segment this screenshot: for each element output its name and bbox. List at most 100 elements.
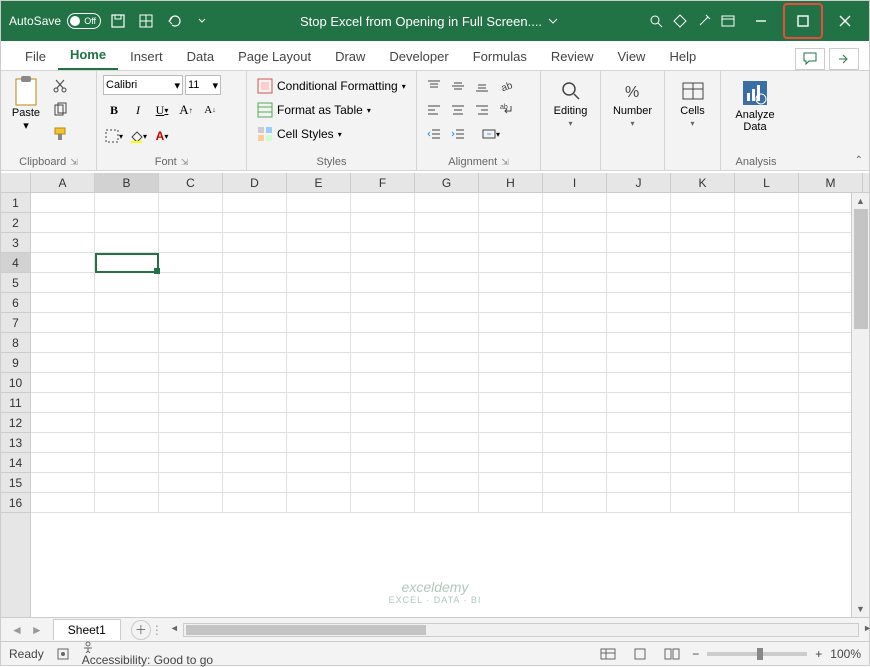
cell[interactable] (95, 393, 159, 413)
cell[interactable] (31, 353, 95, 373)
cell[interactable] (95, 473, 159, 493)
cell[interactable] (671, 473, 735, 493)
font-launcher[interactable]: ⇲ (181, 157, 189, 168)
share-button[interactable] (829, 48, 859, 70)
cell[interactable] (223, 393, 287, 413)
cell[interactable] (607, 433, 671, 453)
tab-data[interactable]: Data (175, 43, 226, 70)
cell[interactable] (479, 213, 543, 233)
cell[interactable] (415, 313, 479, 333)
cell[interactable] (159, 493, 223, 513)
cell[interactable] (415, 373, 479, 393)
cell[interactable] (543, 253, 607, 273)
row-header[interactable]: 14 (1, 453, 30, 473)
cell[interactable] (31, 313, 95, 333)
cell[interactable] (415, 273, 479, 293)
cell[interactable] (287, 473, 351, 493)
cell[interactable] (287, 273, 351, 293)
cell[interactable] (671, 233, 735, 253)
underline-button[interactable]: U▾ (151, 99, 173, 121)
cell[interactable] (287, 393, 351, 413)
cell[interactable] (287, 353, 351, 373)
cell[interactable] (735, 293, 799, 313)
cell[interactable] (735, 393, 799, 413)
scroll-up-arrow[interactable]: ▲ (852, 193, 869, 209)
cell[interactable] (287, 313, 351, 333)
cell[interactable] (351, 273, 415, 293)
tab-file[interactable]: File (13, 43, 58, 70)
col-header[interactable]: I (543, 173, 607, 192)
cell[interactable] (95, 373, 159, 393)
cell[interactable] (159, 453, 223, 473)
cell[interactable] (159, 273, 223, 293)
cell[interactable] (607, 313, 671, 333)
cell[interactable] (415, 333, 479, 353)
cell[interactable] (351, 333, 415, 353)
undo-icon[interactable] (163, 10, 185, 32)
cell[interactable] (735, 313, 799, 333)
cell[interactable] (351, 353, 415, 373)
col-header[interactable]: B (95, 173, 159, 192)
cell[interactable] (223, 213, 287, 233)
cell[interactable] (95, 313, 159, 333)
scroll-thumb[interactable] (854, 209, 868, 329)
cell[interactable] (95, 233, 159, 253)
col-header[interactable]: K (671, 173, 735, 192)
cell[interactable] (671, 293, 735, 313)
cell[interactable] (95, 193, 159, 213)
zoom-level[interactable]: 100% (830, 647, 861, 661)
cell[interactable] (735, 333, 799, 353)
cell[interactable] (479, 333, 543, 353)
page-break-view-button[interactable] (660, 645, 684, 663)
minimize-button[interactable] (741, 3, 781, 39)
cell[interactable] (735, 353, 799, 373)
cell[interactable] (479, 273, 543, 293)
align-center-button[interactable] (447, 99, 469, 121)
cell[interactable] (479, 253, 543, 273)
cell[interactable] (159, 313, 223, 333)
horizontal-scrollbar[interactable]: ◄ ► (183, 623, 859, 637)
cell[interactable] (31, 453, 95, 473)
cell[interactable] (223, 313, 287, 333)
cell[interactable] (415, 433, 479, 453)
cell[interactable] (31, 273, 95, 293)
cell[interactable] (671, 393, 735, 413)
cell[interactable] (543, 273, 607, 293)
cell[interactable] (223, 473, 287, 493)
cell[interactable] (159, 393, 223, 413)
cell[interactable] (735, 213, 799, 233)
cell[interactable] (479, 413, 543, 433)
cell[interactable] (543, 233, 607, 253)
close-button[interactable] (825, 3, 865, 39)
cell[interactable] (415, 233, 479, 253)
cell[interactable] (735, 253, 799, 273)
cell[interactable] (223, 433, 287, 453)
cell[interactable] (351, 433, 415, 453)
cell[interactable] (95, 353, 159, 373)
cell[interactable] (223, 453, 287, 473)
align-top-button[interactable] (423, 75, 445, 97)
row-header[interactable]: 1 (1, 193, 30, 213)
cell[interactable] (735, 413, 799, 433)
tab-insert[interactable]: Insert (118, 43, 175, 70)
col-header[interactable]: L (735, 173, 799, 192)
toggle-switch[interactable]: Off (67, 13, 101, 29)
cell[interactable] (287, 213, 351, 233)
row-header[interactable]: 3 (1, 233, 30, 253)
autosave-toggle[interactable]: AutoSave Off (9, 13, 101, 29)
cell[interactable] (287, 433, 351, 453)
wand-icon[interactable] (693, 10, 715, 32)
cell[interactable] (31, 293, 95, 313)
cell[interactable] (351, 393, 415, 413)
cell[interactable] (543, 213, 607, 233)
cell[interactable] (415, 473, 479, 493)
cell[interactable] (351, 293, 415, 313)
normal-view-button[interactable] (596, 645, 620, 663)
vertical-scrollbar[interactable]: ▲ ▼ (851, 193, 869, 617)
cell[interactable] (543, 293, 607, 313)
cell[interactable] (735, 433, 799, 453)
cell[interactable] (351, 493, 415, 513)
fill-color-button[interactable]: ▾ (127, 125, 149, 147)
row-header[interactable]: 8 (1, 333, 30, 353)
cell[interactable] (223, 253, 287, 273)
